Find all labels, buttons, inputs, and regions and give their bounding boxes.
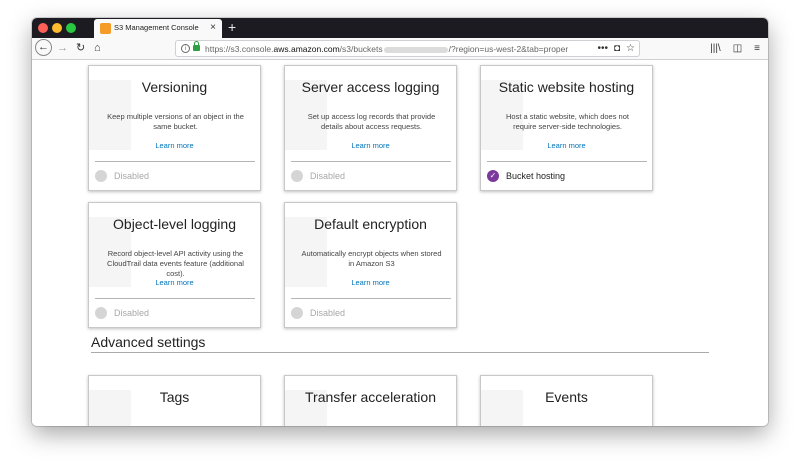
disabled-status-icon: [95, 170, 107, 182]
forward-button[interactable]: →: [57, 40, 68, 56]
url-prefix: https://s3.console.: [205, 44, 274, 54]
pocket-icon[interactable]: ◘: [614, 43, 620, 54]
tab-s3-console[interactable]: S3 Management Console ×: [94, 19, 222, 38]
card-title: Versioning: [141, 79, 208, 95]
events-card[interactable]: Events: [480, 375, 653, 426]
card-title: Tags: [159, 389, 190, 405]
card-description: Host a static website, which does not re…: [506, 112, 629, 131]
disabled-status-icon: [95, 307, 107, 319]
url-actions: ••• ◘ ☆: [591, 42, 635, 56]
bookmark-star-icon[interactable]: ☆: [626, 43, 635, 54]
default-encryption-card[interactable]: Default encryption Automatically encrypt…: [284, 202, 457, 328]
card-description: Set up access log records that provide d…: [307, 112, 436, 131]
enabled-check-icon: ✓: [487, 170, 499, 182]
library-icon[interactable]: |||\: [710, 43, 721, 54]
card-title: Object-level logging: [113, 216, 236, 232]
learn-more-link[interactable]: Learn more: [285, 278, 456, 288]
new-tab-button[interactable]: +: [228, 19, 236, 36]
back-button[interactable]: ←: [35, 39, 52, 56]
zoom-window-button[interactable]: [66, 23, 76, 33]
lock-icon: [193, 41, 200, 51]
reload-button[interactable]: ↻: [76, 40, 85, 56]
object-level-logging-card[interactable]: Object-level logging Record object-level…: [88, 202, 261, 328]
close-window-button[interactable]: [38, 23, 48, 33]
aws-favicon-icon: [100, 23, 111, 34]
server-access-logging-card[interactable]: Server access logging Set up access log …: [284, 65, 457, 191]
card-status: Bucket hosting: [506, 171, 566, 181]
learn-more-link[interactable]: Learn more: [481, 141, 652, 151]
card-title: Default encryption: [314, 216, 427, 232]
disabled-status-icon: [291, 307, 303, 319]
menu-icon[interactable]: ≡: [754, 43, 760, 54]
minimize-window-button[interactable]: [52, 23, 62, 33]
url-domain: aws.amazon.com: [273, 44, 340, 54]
browser-window: S3 Management Console × + ← → ↻ ⌂ i http…: [32, 18, 768, 426]
tags-card[interactable]: Tags: [88, 375, 261, 426]
advanced-settings-heading: Advanced settings: [91, 334, 206, 350]
learn-more-link[interactable]: Learn more: [285, 141, 456, 151]
card-divider: [291, 298, 451, 299]
learn-more-link[interactable]: Learn more: [89, 278, 260, 288]
disabled-status-icon: [291, 170, 303, 182]
card-status: Disabled: [310, 308, 346, 318]
card-divider: [291, 161, 451, 162]
title-bar: S3 Management Console × +: [32, 18, 768, 38]
url-path: /s3/buckets: [339, 44, 383, 54]
static-website-hosting-card[interactable]: Static website hosting Host a static web…: [480, 65, 653, 191]
card-status: Disabled: [114, 171, 150, 181]
card-title: Events: [545, 389, 588, 405]
tab-close-icon[interactable]: ×: [210, 21, 216, 35]
versioning-card[interactable]: Versioning Keep multiple versions of an …: [88, 65, 261, 191]
section-divider: [91, 352, 709, 353]
site-info-icon[interactable]: i: [181, 44, 190, 53]
learn-more-link[interactable]: Learn more: [89, 141, 260, 151]
card-description: Automatically encrypt objects when store…: [301, 249, 442, 268]
tab-title: S3 Management Console: [114, 23, 199, 32]
page-actions-icon[interactable]: •••: [597, 43, 608, 54]
card-description: Keep multiple versions of an object in t…: [107, 112, 244, 131]
nav-toolbar: ← → ↻ ⌂ i https://s3.console.aws.amazon.…: [32, 38, 768, 60]
card-title: Static website hosting: [498, 79, 635, 95]
card-status: Disabled: [114, 308, 150, 318]
sidebar-icon[interactable]: ◫: [733, 43, 742, 54]
toolbar-right: |||\ ◫ ≡: [698, 41, 760, 56]
url-text[interactable]: https://s3.console.aws.amazon.com/s3/buc…: [205, 43, 568, 55]
card-title: Transfer acceleration: [305, 389, 436, 405]
card-divider: [95, 161, 255, 162]
url-suffix: /?region=us-west-2&tab=proper: [448, 44, 569, 54]
address-bar[interactable]: i https://s3.console.aws.amazon.com/s3/b…: [175, 40, 640, 57]
home-button[interactable]: ⌂: [94, 40, 101, 56]
properties-content: Versioning Keep multiple versions of an …: [32, 61, 768, 426]
card-divider: [95, 298, 255, 299]
card-title: Server access logging: [301, 79, 440, 95]
card-status: Disabled: [310, 171, 346, 181]
redacted-bucket-name: [383, 46, 448, 53]
card-description: Record object-level API activity using t…: [107, 249, 244, 278]
card-divider: [487, 161, 647, 162]
transfer-acceleration-card[interactable]: Transfer acceleration: [284, 375, 457, 426]
